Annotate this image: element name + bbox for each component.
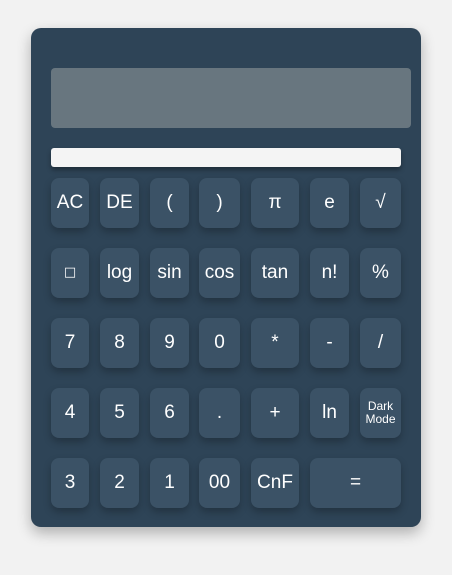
digit-2-button[interactable]: 2 xyxy=(100,458,139,508)
delete-button[interactable]: DE xyxy=(100,178,139,228)
divide-button[interactable]: / xyxy=(360,318,401,368)
pi-button[interactable]: π xyxy=(251,178,299,228)
open-paren-button[interactable]: ( xyxy=(150,178,189,228)
sin-button[interactable]: sin xyxy=(150,248,189,298)
log-button[interactable]: log xyxy=(100,248,139,298)
close-paren-button[interactable]: ) xyxy=(199,178,240,228)
dark-mode-toggle[interactable]: Dark Mode xyxy=(360,388,401,438)
result-display xyxy=(51,68,411,128)
sqrt-button[interactable]: √ xyxy=(360,178,401,228)
digit-4-button[interactable]: 4 xyxy=(51,388,89,438)
digit-3-button[interactable]: 3 xyxy=(51,458,89,508)
digit-1-button[interactable]: 1 xyxy=(150,458,189,508)
multiply-button[interactable]: * xyxy=(251,318,299,368)
factorial-button[interactable]: n! xyxy=(310,248,349,298)
clear-all-button[interactable]: AC xyxy=(51,178,89,228)
digit-0-button[interactable]: 0 xyxy=(199,318,240,368)
square-button[interactable]: □ xyxy=(51,248,89,298)
digit-7-button[interactable]: 7 xyxy=(51,318,89,368)
subtract-button[interactable]: - xyxy=(310,318,349,368)
digit-6-button[interactable]: 6 xyxy=(150,388,189,438)
percent-button[interactable]: % xyxy=(360,248,401,298)
cos-button[interactable]: cos xyxy=(199,248,240,298)
decimal-button[interactable]: . xyxy=(199,388,240,438)
expression-input[interactable] xyxy=(51,148,401,167)
add-button[interactable]: + xyxy=(251,388,299,438)
double-zero-button[interactable]: 00 xyxy=(199,458,240,508)
tan-button[interactable]: tan xyxy=(251,248,299,298)
digit-8-button[interactable]: 8 xyxy=(100,318,139,368)
digit-9-button[interactable]: 9 xyxy=(150,318,189,368)
ln-button[interactable]: ln xyxy=(310,388,349,438)
calculator-body: AC DE ( ) π e √ □ log sin cos tan n! % 7… xyxy=(31,28,421,527)
e-button[interactable]: e xyxy=(310,178,349,228)
cnf-button[interactable]: CnF xyxy=(251,458,299,508)
equals-button[interactable]: = xyxy=(310,458,401,508)
digit-5-button[interactable]: 5 xyxy=(100,388,139,438)
